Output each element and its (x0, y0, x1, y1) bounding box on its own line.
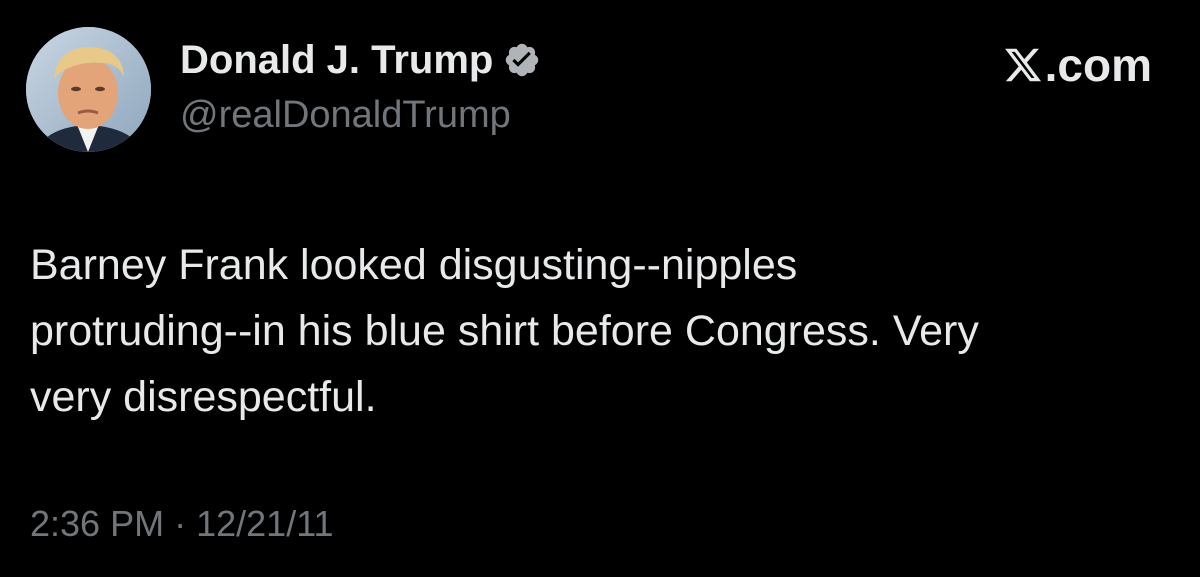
tweet-line: Barney Frank looked disgusting--nipples (30, 241, 798, 289)
avatar[interactable] (26, 27, 151, 152)
tweet-date: 12/21/11 (196, 503, 334, 544)
brand-watermark: .com (1003, 40, 1152, 90)
author-handle[interactable]: @realDonaldTrump (180, 92, 511, 138)
tweet-body: Barney Frank looked disgusting--nipples … (30, 232, 1170, 430)
author-display-name[interactable]: Donald J. Trump (180, 36, 493, 84)
profile-photo-avatar (26, 27, 151, 152)
meta-separator: · (174, 503, 187, 544)
tweet-card: Donald J. Trump @realDonaldTrump .com Ba… (0, 0, 1200, 577)
tweet-timestamp[interactable]: 2:36 PM · 12/21/11 (30, 502, 334, 546)
tweet-line: protruding--in his blue shirt before Con… (30, 307, 979, 355)
author-name-row: Donald J. Trump (180, 36, 541, 84)
tweet-line: very disrespectful. (30, 373, 377, 421)
tweet-time: 2:36 PM (30, 503, 165, 544)
brand-domain-text: .com (1044, 39, 1152, 91)
verified-badge-icon (503, 41, 541, 79)
x-logo-icon (1003, 45, 1043, 85)
